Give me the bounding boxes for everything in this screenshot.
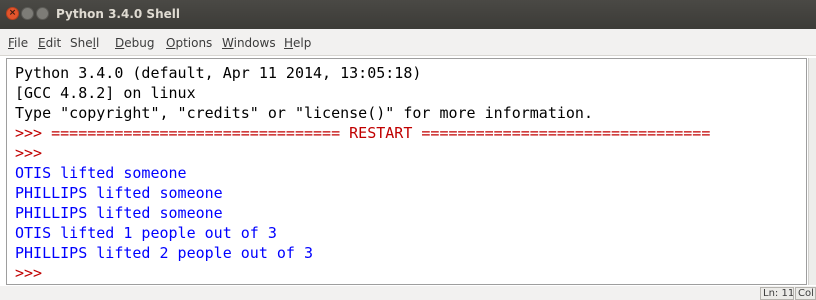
menu-debug[interactable]: Debug — [115, 36, 154, 50]
menu-shell[interactable]: Shell — [70, 36, 99, 50]
output-line: OTIS lifted 1 people out of 3 — [15, 224, 277, 242]
shell-line: Type "copyright", "credits" or "license(… — [15, 104, 593, 122]
menu-windows[interactable]: Windows — [222, 36, 276, 50]
menu-help[interactable]: Help — [284, 36, 311, 50]
maximize-window-button[interactable] — [36, 7, 49, 20]
menu-edit[interactable]: Edit — [38, 36, 61, 50]
output-line: PHILLIPS lifted someone — [15, 204, 223, 222]
shell-text-area[interactable]: Python 3.4.0 (default, Apr 11 2014, 13:0… — [6, 58, 807, 285]
menu-bar: File Edit Shell Debug Options Windows He… — [0, 29, 816, 56]
prompt-line: >>> — [15, 144, 43, 162]
output-line: OTIS lifted someone — [15, 164, 187, 182]
minimize-window-button[interactable] — [21, 7, 34, 20]
title-bar[interactable]: × Python 3.4.0 Shell — [0, 0, 816, 29]
restart-line: >>> ================================ RES… — [15, 124, 711, 142]
close-window-button[interactable]: × — [6, 7, 19, 20]
menu-file[interactable]: File — [8, 36, 28, 50]
menu-options[interactable]: Options — [166, 36, 212, 50]
prompt-line: >>> — [15, 264, 52, 282]
output-line: PHILLIPS lifted someone — [15, 184, 223, 202]
close-icon: × — [8, 8, 17, 18]
shell-line: Python 3.4.0 (default, Apr 11 2014, 13:0… — [15, 64, 422, 82]
column-number-indicator: Col: 4 — [795, 287, 816, 300]
vertical-scrollbar[interactable] — [808, 58, 816, 285]
output-line: PHILLIPS lifted 2 people out of 3 — [15, 244, 314, 262]
status-bar: Ln: 11 Col: 4 — [0, 286, 816, 300]
line-number-indicator: Ln: 11 — [760, 287, 794, 300]
shell-line: [GCC 4.8.2] on linux — [15, 84, 196, 102]
window-title: Python 3.4.0 Shell — [56, 7, 180, 21]
